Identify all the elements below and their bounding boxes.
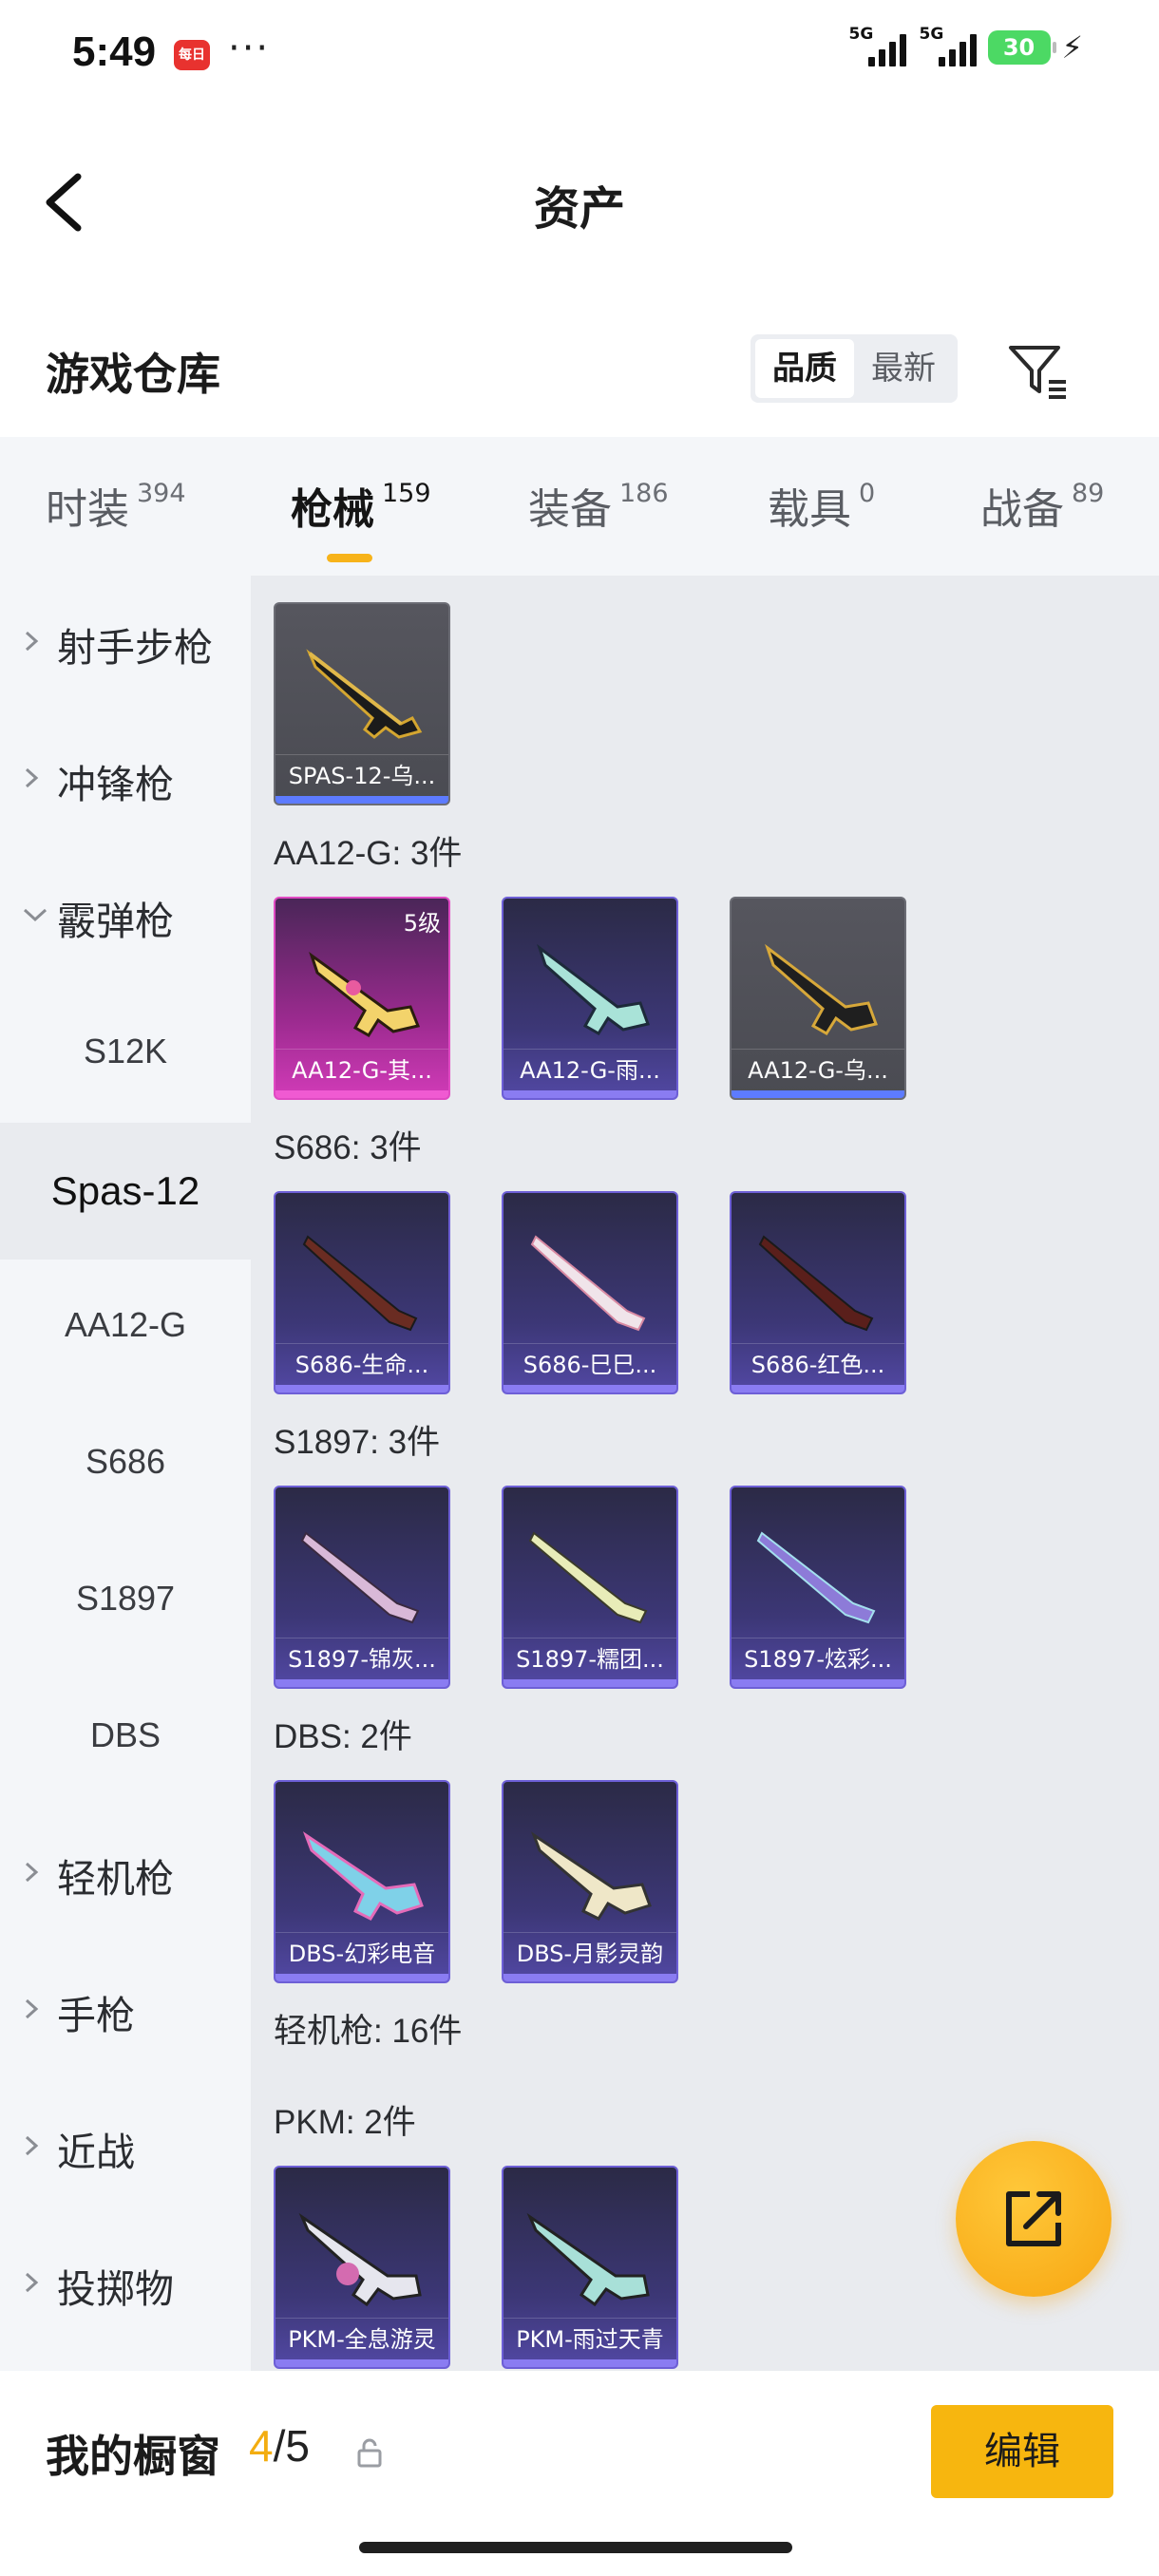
chevron-right-icon — [25, 1998, 39, 2019]
warehouse-header: 游戏仓库 品质 最新 — [0, 313, 1159, 437]
shotgun-image — [530, 1235, 646, 1332]
machine-gun-image — [298, 2212, 422, 2307]
page-title: 资产 — [533, 182, 625, 236]
status-time: 5:49 — [72, 28, 157, 75]
sidebar-subitem-dbs[interactable]: DBS — [0, 1670, 251, 1807]
shotgun-image — [306, 649, 423, 739]
sidebar-subitem-s12k[interactable]: S12K — [0, 986, 251, 1123]
group-header-dbs: DBS: 2件 — [274, 1718, 412, 1755]
home-indicator — [359, 2542, 792, 2553]
group-header-pkm: PKM: 2件 — [274, 2104, 416, 2141]
lock-icon — [357, 2438, 382, 2468]
weapon-card-s686-3[interactable]: S686-红色... — [730, 1191, 906, 1394]
share-icon — [1006, 2191, 1061, 2246]
tab-supplies[interactable]: 战备 89 — [980, 475, 1104, 536]
sidebar-item-lmg[interactable]: 轻机枪 — [0, 1807, 251, 1943]
sidebar-subitem-s1897[interactable]: S1897 — [0, 1533, 251, 1670]
shotgun-image — [300, 1531, 420, 1624]
chevron-right-icon — [25, 2272, 39, 2293]
charging-icon: ⚡ — [1061, 29, 1083, 66]
weapon-card-spas12[interactable]: SPAS-12-乌... — [274, 602, 450, 805]
signal-icon: 5G — [849, 25, 906, 66]
weapon-card-aa12g-1[interactable]: 5级 AA12-G-其... — [274, 897, 450, 1100]
status-indicators: 5G 5G 30 ⚡ — [849, 25, 1083, 66]
sidebar-item-shotgun[interactable]: 霰弹枪 — [0, 849, 251, 986]
group-header-s1897: S1897: 3件 — [274, 1424, 441, 1461]
active-tab-indicator — [326, 554, 372, 562]
app-notification-icon: 每日 — [174, 40, 210, 70]
sidebar-item-melee[interactable]: 近战 — [0, 2080, 251, 2217]
more-notifications-icon: ··· — [228, 27, 271, 70]
showcase-bar: 我的橱窗 4/5 编辑 — [0, 2371, 1159, 2576]
shotgun-image — [758, 1235, 874, 1332]
tab-vehicles[interactable]: 载具 0 — [768, 475, 875, 536]
weapon-card-s1897-2[interactable]: S1897-糯团... — [502, 1486, 678, 1689]
sidebar-item-pistol[interactable]: 手枪 — [0, 1943, 251, 2080]
weapon-card-aa12g-3[interactable]: AA12-G-乌... — [730, 897, 906, 1100]
category-tabs: 时装 394 枪械 159 装备 186 载具 0 战备 89 — [0, 437, 1159, 576]
weapon-card-dbs-1[interactable]: DBS-幻彩电音 — [274, 1780, 450, 1983]
chevron-right-icon — [25, 1862, 39, 1883]
group-header-aa12g: AA12-G: 3件 — [274, 835, 463, 872]
sidebar-subitem-s686[interactable]: S686 — [0, 1396, 251, 1533]
weapon-card-aa12g-2[interactable]: AA12-G-雨... — [502, 897, 678, 1100]
sort-newest-button[interactable]: 最新 — [854, 339, 953, 398]
weapon-card-s1897-3[interactable]: S1897-炫彩... — [730, 1486, 906, 1689]
share-button[interactable] — [956, 2141, 1112, 2297]
sidebar-item-throwable[interactable]: 投掷物 — [0, 2217, 251, 2354]
weapon-category-sidebar: 射手步枪 冲锋枪 霰弹枪 S12K Spas-12 AA12-G S686 S1… — [0, 576, 251, 2371]
group-header-s686: S686: 3件 — [274, 1129, 422, 1166]
filter-icon — [1009, 346, 1066, 399]
shotgun-image — [309, 952, 421, 1038]
weapon-card-s686-1[interactable]: S686-生命... — [274, 1191, 450, 1394]
group-header-lmg: 轻机枪: 16件 — [274, 2013, 463, 2050]
machine-gun-image — [526, 2212, 650, 2307]
sidebar-subitem-spas12[interactable]: Spas-12 — [0, 1123, 251, 1260]
shotgun-image — [302, 1235, 418, 1332]
showcase-label: 我的橱窗 — [46, 2431, 220, 2482]
shotgun-image — [537, 943, 650, 1036]
weapon-card-dbs-2[interactable]: DBS-月影灵韵 — [502, 1780, 678, 1983]
shotgun-image — [530, 1831, 652, 1921]
status-bar: 5:49 每日 ··· 5G 5G 30 ⚡ — [0, 0, 1159, 112]
showcase-count: 4/5 — [249, 2421, 310, 2471]
chevron-right-icon — [25, 2135, 39, 2156]
edit-button[interactable]: 编辑 — [931, 2405, 1113, 2498]
weapon-card-s686-2[interactable]: S686-巳巳... — [502, 1191, 678, 1394]
warehouse-title: 游戏仓库 — [46, 349, 220, 400]
weapon-grid: SPAS-12-乌... AA12-G: 3件 5级 AA12-G-其... A… — [251, 576, 1159, 2371]
chevron-down-icon — [23, 908, 48, 922]
signal-icon: 5G — [920, 25, 977, 66]
sidebar-item-smg[interactable]: 冲锋枪 — [0, 712, 251, 849]
sort-quality-button[interactable]: 品质 — [755, 339, 854, 398]
weapon-card-s1897-1[interactable]: S1897-锦灰... — [274, 1486, 450, 1689]
sidebar-item-marksman-rifle[interactable]: 射手步枪 — [0, 576, 251, 712]
filter-button[interactable] — [1005, 336, 1072, 403]
shotgun-image — [765, 943, 878, 1036]
weapon-card-pkm-1[interactable]: PKM-全息游灵 — [274, 2166, 450, 2369]
shotgun-image — [756, 1531, 876, 1624]
tab-equipment[interactable]: 装备 186 — [528, 475, 669, 536]
weapon-card-pkm-2[interactable]: PKM-雨过天青 — [502, 2166, 678, 2369]
chevron-right-icon — [25, 767, 39, 788]
sidebar-subitem-aa12g[interactable]: AA12-G — [0, 1260, 251, 1396]
chevron-right-icon — [25, 631, 39, 652]
navigation-bar: 资产 — [0, 112, 1159, 293]
shotgun-image — [528, 1531, 648, 1624]
sort-toggle: 品质 最新 — [750, 334, 958, 403]
tab-fashion[interactable]: 时装 394 — [46, 475, 186, 536]
tab-firearms[interactable]: 枪械 159 — [291, 475, 431, 562]
shotgun-image — [302, 1831, 424, 1921]
battery-icon: 30 — [987, 30, 1056, 65]
